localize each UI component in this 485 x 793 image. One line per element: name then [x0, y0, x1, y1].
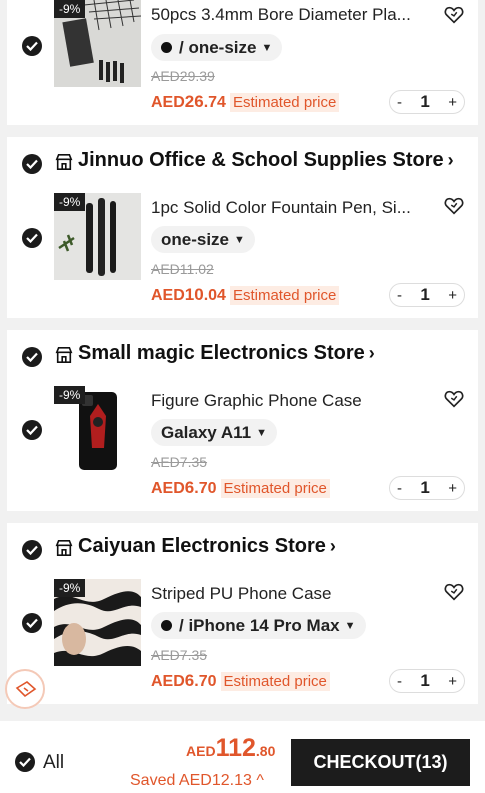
chevron-down-icon: ▼ — [344, 619, 356, 632]
variant-selector[interactable]: Galaxy A11 ▼ — [151, 419, 277, 446]
variant-selector[interactable]: / iPhone 14 Pro Max ▼ — [151, 612, 366, 639]
variant-selector[interactable]: one-size ▼ — [151, 226, 255, 253]
quantity-stepper[interactable]: - 1 + — [389, 283, 465, 307]
increase-button[interactable]: + — [448, 287, 457, 304]
product-image[interactable]: -9% — [54, 579, 141, 666]
current-price: AED10.04 — [151, 285, 226, 304]
decrease-button[interactable]: - — [397, 673, 402, 690]
chevron-down-icon: ▼ — [256, 426, 267, 439]
price-row: AED6.70 Estimated price — [151, 477, 330, 499]
store-name[interactable]: Jinnuo Office & School Supplies Store › — [78, 149, 454, 172]
discount-badge: -9% — [54, 193, 86, 211]
checkout-bar: All AED112.80 Saved AED12.13 ^ CHECKOUT(… — [0, 721, 485, 793]
color-dot-icon — [161, 620, 172, 631]
discount-badge: -9% — [54, 0, 86, 18]
wishlist-heart-icon[interactable] — [443, 581, 465, 603]
current-price: AED26.74 — [151, 92, 226, 111]
item-select-check[interactable] — [22, 36, 42, 56]
quantity-stepper[interactable]: - 1 + — [389, 476, 465, 500]
product-title[interactable]: 1pc Solid Color Fountain Pen, Si... — [151, 198, 431, 218]
saved-amount[interactable]: Saved AED12.13 ^ — [130, 772, 264, 790]
increase-button[interactable]: + — [448, 94, 457, 111]
variant-label: / one-size — [179, 37, 257, 57]
decrease-button[interactable]: - — [397, 287, 402, 304]
variant-label: / iPhone 14 Pro Max — [179, 615, 340, 635]
discount-badge: -9% — [54, 579, 86, 597]
quantity-stepper[interactable]: - 1 + — [389, 90, 465, 114]
checkout-button[interactable]: CHECKOUT(13) — [291, 739, 470, 786]
original-price: AED11.02 — [151, 261, 214, 277]
store-header[interactable]: Small magic Electronics Store › — [7, 330, 478, 384]
cart-item-card: -9% 50pcs 3.4mm Bore Diameter Pla... / o… — [7, 0, 478, 125]
color-dot-icon — [161, 42, 172, 53]
product-title[interactable]: Striped PU Phone Case — [151, 584, 431, 604]
product-title[interactable]: Figure Graphic Phone Case — [151, 391, 431, 411]
select-all-check[interactable] — [15, 752, 35, 772]
wishlist-heart-icon[interactable] — [443, 388, 465, 410]
product-title[interactable]: 50pcs 3.4mm Bore Diameter Pla... — [151, 5, 431, 25]
wishlist-heart-icon[interactable] — [443, 195, 465, 217]
original-price: AED29.39 — [151, 68, 215, 84]
price-row: AED10.04 Estimated price — [151, 284, 340, 306]
increase-button[interactable]: + — [448, 480, 457, 497]
quantity-value[interactable]: 1 — [420, 478, 429, 498]
store-select-check[interactable] — [22, 347, 42, 367]
coupon-ticket-icon — [15, 681, 37, 698]
select-all-label[interactable]: All — [43, 752, 64, 774]
store-header[interactable]: Caiyuan Electronics Store › — [7, 523, 478, 577]
variant-selector[interactable]: / one-size ▼ — [151, 34, 283, 61]
increase-button[interactable]: + — [448, 673, 457, 690]
store-name[interactable]: Caiyuan Electronics Store › — [78, 535, 336, 558]
chevron-up-icon: ^ — [256, 772, 264, 789]
coupon-floating-button[interactable] — [5, 669, 45, 709]
store-select-check[interactable] — [22, 540, 42, 560]
item-select-check[interactable] — [22, 613, 42, 633]
current-price: AED6.70 — [151, 671, 217, 690]
store-icon — [55, 346, 73, 364]
store-icon — [55, 539, 73, 557]
store-card: Small magic Electronics Store › -9% Figur… — [7, 330, 478, 511]
item-select-check[interactable] — [22, 228, 42, 248]
quantity-value[interactable]: 1 — [420, 671, 429, 691]
decrease-button[interactable]: - — [397, 94, 402, 111]
product-image[interactable]: -9% — [54, 386, 141, 473]
chevron-right-icon: › — [447, 150, 454, 170]
original-price: AED7.35 — [151, 454, 208, 470]
store-select-check[interactable] — [22, 154, 42, 174]
chevron-down-icon: ▼ — [234, 233, 245, 246]
quantity-stepper[interactable]: - 1 + — [389, 669, 465, 693]
quantity-value[interactable]: 1 — [420, 92, 429, 112]
total-price: AED112.80 — [186, 734, 276, 762]
chevron-down-icon: ▼ — [261, 41, 273, 54]
wishlist-heart-icon[interactable] — [443, 4, 465, 26]
estimated-price-label: Estimated price — [220, 478, 330, 498]
store-name[interactable]: Small magic Electronics Store › — [78, 342, 375, 365]
item-select-check[interactable] — [22, 420, 42, 440]
estimated-price-label: Estimated price — [229, 92, 340, 112]
product-image[interactable]: -9% — [54, 193, 141, 280]
price-row: AED6.70 Estimated price — [151, 670, 330, 692]
current-price: AED6.70 — [151, 478, 217, 497]
product-image[interactable]: -9% — [54, 0, 141, 87]
store-icon — [55, 153, 73, 171]
estimated-price-label: Estimated price — [229, 285, 340, 305]
variant-label: one-size — [161, 229, 230, 249]
estimated-price-label: Estimated price — [220, 671, 330, 691]
chevron-right-icon: › — [329, 536, 336, 556]
store-card: Jinnuo Office & School Supplies Store › -… — [7, 137, 478, 318]
discount-badge: -9% — [54, 386, 86, 404]
decrease-button[interactable]: - — [397, 480, 402, 497]
quantity-value[interactable]: 1 — [420, 285, 429, 305]
original-price: AED7.35 — [151, 647, 208, 663]
store-header[interactable]: Jinnuo Office & School Supplies Store › — [7, 137, 478, 191]
variant-label: Galaxy A11 — [161, 422, 252, 442]
chevron-right-icon: › — [368, 343, 375, 363]
store-card: Caiyuan Electronics Store › -9% Striped P… — [7, 523, 478, 704]
price-row: AED26.74 Estimated price — [151, 91, 340, 113]
